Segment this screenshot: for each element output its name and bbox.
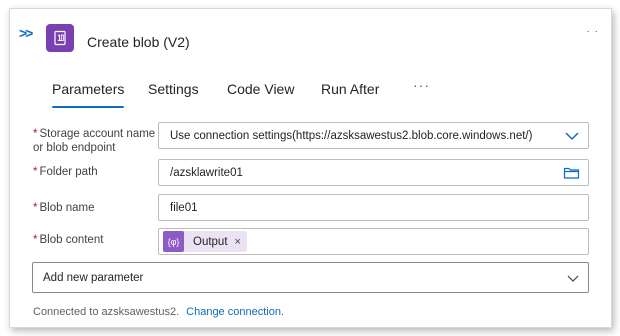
output-token[interactable]: {φ} Output × xyxy=(163,231,247,252)
tab-parameters[interactable]: Parameters xyxy=(52,81,125,108)
folder-path-label: * Folder path xyxy=(33,165,98,179)
blob-name-label: * Blob name xyxy=(33,201,94,215)
output-token-label: Output xyxy=(193,235,228,248)
blob-document-icon xyxy=(54,30,66,46)
folder-path-value: /azsklawrite01 xyxy=(170,166,243,179)
blob-name-label-text: Blob name xyxy=(39,202,95,214)
add-new-parameter-dropdown[interactable]: Add new parameter xyxy=(32,262,589,293)
connection-footer: Connected to azsksawestus2. Change connec… xyxy=(33,306,284,318)
expression-icon: {φ} xyxy=(163,231,184,252)
tab-run-after[interactable]: Run After xyxy=(321,81,379,97)
blob-name-input[interactable]: file01 xyxy=(158,194,589,221)
ellipsis-icon[interactable]: · · xyxy=(587,26,599,37)
blob-storage-icon xyxy=(46,24,74,52)
add-new-parameter-label: Add new parameter xyxy=(43,271,144,284)
action-card: >> Create blob (V2) · · Parameters Setti… xyxy=(9,8,612,328)
blob-content-label-text: Blob content xyxy=(39,234,104,246)
chevron-down-icon[interactable] xyxy=(566,271,580,288)
storage-account-value: Use connection settings(https://azsksawe… xyxy=(170,129,533,142)
remove-token-icon[interactable]: × xyxy=(235,236,241,248)
expand-chevron-icon[interactable]: >> xyxy=(19,25,33,41)
blob-content-input[interactable]: {φ} Output × xyxy=(158,228,589,255)
required-marker: * xyxy=(33,128,38,140)
required-marker: * xyxy=(33,234,38,246)
blob-content-label: * Blob content xyxy=(33,233,103,247)
chevron-down-icon[interactable] xyxy=(564,128,580,147)
folder-icon[interactable] xyxy=(563,165,580,184)
storage-account-label: * Storage account name or blob endpoint xyxy=(33,127,155,155)
required-marker: * xyxy=(33,202,38,214)
connected-text: Connected to azsksawestus2. xyxy=(33,306,180,318)
action-title: Create blob (V2) xyxy=(87,34,190,50)
tab-settings[interactable]: Settings xyxy=(148,81,199,97)
required-marker: * xyxy=(33,166,38,178)
tab-code-view[interactable]: Code View xyxy=(227,81,294,97)
change-connection-link[interactable]: Change connection. xyxy=(186,306,284,318)
folder-path-label-text: Folder path xyxy=(39,166,98,178)
blob-name-value: file01 xyxy=(170,201,198,214)
storage-account-dropdown[interactable]: Use connection settings(https://azsksawe… xyxy=(158,122,589,149)
folder-path-input[interactable]: /azsklawrite01 xyxy=(158,159,589,186)
storage-account-label-line1: Storage account name xyxy=(39,128,156,140)
storage-account-label-line2: or blob endpoint xyxy=(33,142,116,154)
tabs-more-icon[interactable]: ··· xyxy=(413,77,430,93)
